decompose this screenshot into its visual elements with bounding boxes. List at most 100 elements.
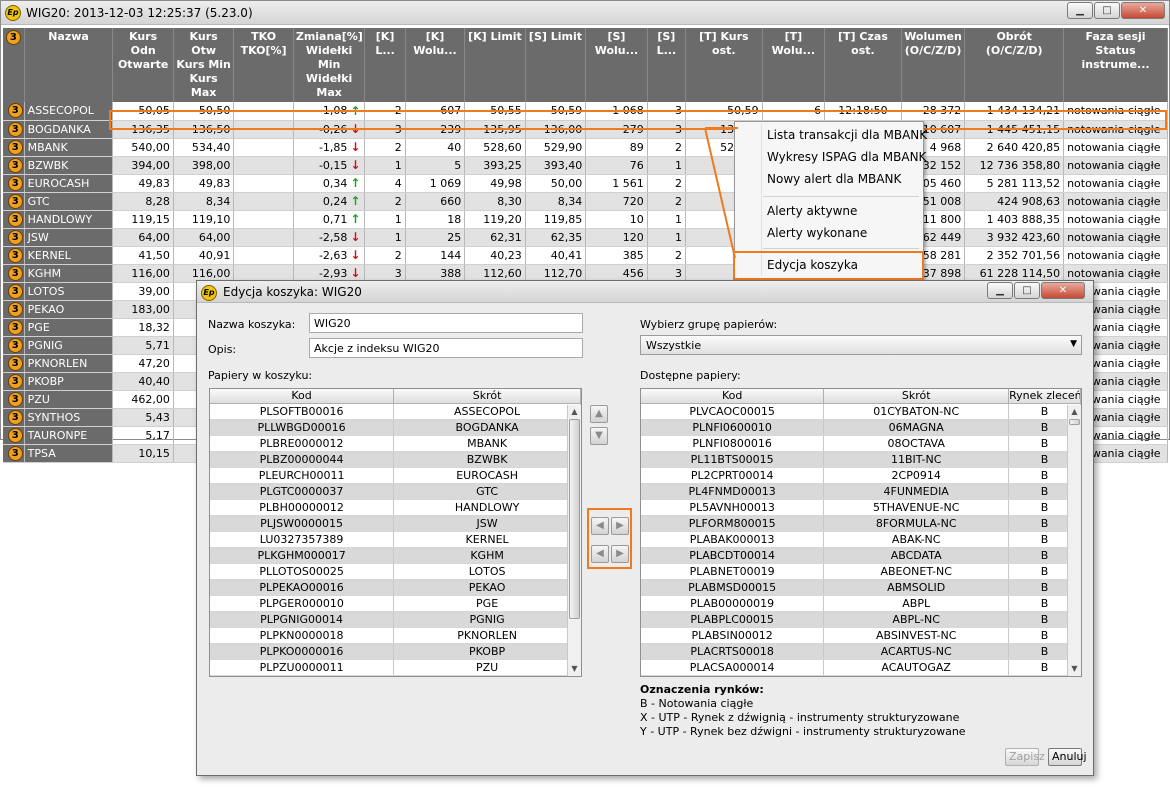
- scroll-down-icon[interactable]: ▼: [1068, 662, 1081, 676]
- cell-short: 5THAVENUE-NC: [823, 499, 1010, 516]
- list-item[interactable]: PLEURCH00011 EUROCASH: [210, 467, 581, 484]
- cell-short: PZU: [393, 659, 581, 676]
- list-item[interactable]: PL2CPRT00014 2CP0914 B: [641, 467, 1081, 484]
- cell-short: ACARTUS-NC: [823, 643, 1010, 660]
- list-item[interactable]: PL11BTS00015 11BIT-NC B: [641, 451, 1081, 468]
- cell-short: KERNEL: [393, 531, 581, 548]
- basket-papers-list[interactable]: Kod Skrót PLSOFTB00016 ASSECOPOL PLLWBGD00…: [209, 388, 582, 677]
- list-item[interactable]: PLABSIN00012 ABSINVEST-NC B: [641, 627, 1081, 644]
- cell-code: PLBZ00000044: [210, 451, 395, 468]
- group-select-label: Wybierz grupę papierów:: [640, 318, 778, 331]
- cell-code: PLBRE0000012: [210, 435, 395, 452]
- cell-code: PLACSA000014: [641, 659, 825, 676]
- list-item[interactable]: PLACRTS00018 ACARTUS-NC B: [641, 643, 1081, 660]
- transfer-buttons-highlight: [587, 508, 632, 569]
- list-item[interactable]: PLGTC0000037 GTC: [210, 483, 581, 500]
- cell-short: ASSECOPOL: [393, 403, 581, 420]
- list-item[interactable]: PLLOTOS00025 LOTOS: [210, 563, 581, 580]
- list-item[interactable]: PLPGNIG00014 PGNIG: [210, 611, 581, 628]
- cell-code: PLFORM800015: [641, 515, 825, 532]
- cell-short: GTC: [393, 483, 581, 500]
- basket-scrollbar[interactable]: ▲ ▼: [567, 405, 581, 676]
- scroll-up-icon[interactable]: ▲: [568, 405, 581, 419]
- cell-short: ABPL: [823, 595, 1010, 612]
- list-item[interactable]: PLPEKAO00016 PEKAO: [210, 579, 581, 596]
- column-header-skrot[interactable]: Skrót: [393, 389, 581, 404]
- cell-short: 4FUNMEDIA: [823, 483, 1010, 500]
- scroll-down-icon[interactable]: ▼: [568, 662, 581, 676]
- list-item[interactable]: PLPKN0000018 PKNORLEN: [210, 627, 581, 644]
- dialog-close-button[interactable]: ✕: [1041, 282, 1085, 299]
- list-item[interactable]: PLAB00000019 ABPL B: [641, 595, 1081, 612]
- cell-short: 08OCTAVA: [823, 435, 1010, 452]
- edit-basket-dialog: Ep Edycja koszyka: WIG20 ▁ □ ✕ Nazwa kos…: [196, 280, 1094, 776]
- cell-short: 06MAGNA: [823, 419, 1010, 436]
- cell-short: ACAUTOGAZ: [823, 659, 1010, 676]
- column-header-kod[interactable]: Kod: [210, 389, 395, 404]
- cell-short: BOGDANKA: [393, 419, 581, 436]
- column-header-skrot[interactable]: Skrót: [823, 389, 1010, 404]
- available-papers-list[interactable]: Kod Skrót Rynek zleceń PLVCAOC00015 01CYB…: [640, 388, 1082, 677]
- dialog-maximize-button[interactable]: □: [1014, 282, 1040, 299]
- cell-code: PLABMSD00015: [641, 579, 825, 596]
- description-label: Opis:: [208, 343, 237, 356]
- cell-short: ABEONET-NC: [823, 563, 1010, 580]
- cell-code: PLGTC0000037: [210, 483, 395, 500]
- list-item[interactable]: PLBRE0000012 MBANK: [210, 435, 581, 452]
- cell-short: ABAK-NC: [823, 531, 1010, 548]
- move-down-button[interactable]: ▼: [590, 427, 608, 445]
- legend-title: Oznaczenia rynków:: [640, 683, 764, 696]
- list-item[interactable]: PLPZU0000011 PZU: [210, 659, 581, 676]
- cell-code: PLPGER000010: [210, 595, 395, 612]
- cell-short: HANDLOWY: [393, 499, 581, 516]
- list-item[interactable]: PLJSW0000015 JSW: [210, 515, 581, 532]
- list-item[interactable]: PLBH00000012 HANDLOWY: [210, 499, 581, 516]
- save-button[interactable]: Zapisz: [1005, 748, 1045, 766]
- move-up-button[interactable]: ▲: [590, 405, 608, 423]
- cancel-button[interactable]: Anuluj: [1048, 748, 1087, 766]
- cell-short: EUROCASH: [393, 467, 581, 484]
- cell-code: PLKGHM000017: [210, 547, 395, 564]
- column-header-kod[interactable]: Kod: [641, 389, 825, 404]
- scroll-thumb[interactable]: [1069, 419, 1080, 425]
- list-item[interactable]: PLKGHM000017 KGHM: [210, 547, 581, 564]
- list-item[interactable]: PLNFI0800016 08OCTAVA B: [641, 435, 1081, 452]
- list-item[interactable]: PLABCDT00014 ABCDATA B: [641, 547, 1081, 564]
- list-item[interactable]: PLABMSD00015 ABMSOLID B: [641, 579, 1081, 596]
- cell-code: PL5AVNH00013: [641, 499, 825, 516]
- list-item[interactable]: PL5AVNH00013 5THAVENUE-NC B: [641, 499, 1081, 516]
- cell-short: PGE: [393, 595, 581, 612]
- list-item[interactable]: PLABAK000013 ABAK-NC B: [641, 531, 1081, 548]
- cell-short: BZWBK: [393, 451, 581, 468]
- list-item[interactable]: PLABPLC00015 ABPL-NC B: [641, 611, 1081, 628]
- list-item[interactable]: PLABNET00019 ABEONET-NC B: [641, 563, 1081, 580]
- scroll-thumb[interactable]: [569, 419, 580, 619]
- list-item[interactable]: PLVCAOC00015 01CYBATON-NC B: [641, 403, 1081, 420]
- basket-name-input[interactable]: WIG20: [309, 313, 583, 333]
- list-item[interactable]: PLBZ00000044 BZWBK: [210, 451, 581, 468]
- list-item[interactable]: PLACSA000014 ACAUTOGAZ B: [641, 659, 1081, 676]
- list-item[interactable]: PLLWBGD00016 BOGDANKA: [210, 419, 581, 436]
- group-select[interactable]: Wszystkie ▼: [640, 335, 1082, 355]
- cell-short: MBANK: [393, 435, 581, 452]
- available-scrollbar[interactable]: ▲ ▼: [1067, 405, 1081, 676]
- list-item[interactable]: LU0327357389 KERNEL: [210, 531, 581, 548]
- list-item[interactable]: PLPKO0000016 PKOBP: [210, 643, 581, 660]
- dialog-minimize-button[interactable]: ▁: [987, 282, 1013, 299]
- list-item[interactable]: PLSOFTB00016 ASSECOPOL: [210, 403, 581, 420]
- list-item[interactable]: PL4FNMD00013 4FUNMEDIA B: [641, 483, 1081, 500]
- column-header-rynek[interactable]: Rynek zleceń: [1008, 389, 1081, 404]
- cell-short: 01CYBATON-NC: [823, 403, 1010, 420]
- cell-code: PLPKN0000018: [210, 627, 395, 644]
- list-item[interactable]: PLNFI0600010 06MAGNA B: [641, 419, 1081, 436]
- cell-short: ABSINVEST-NC: [823, 627, 1010, 644]
- cell-short: KGHM: [393, 547, 581, 564]
- cell-code: PLABCDT00014: [641, 547, 825, 564]
- dialog-title-bar[interactable]: Ep Edycja koszyka: WIG20 ▁ □ ✕: [197, 281, 1093, 303]
- cell-code: PLPZU0000011: [210, 659, 395, 676]
- cell-code: PLPEKAO00016: [210, 579, 395, 596]
- description-input[interactable]: Akcje z indeksu WIG20: [309, 338, 583, 358]
- list-item[interactable]: PLFORM800015 8FORMULA-NC B: [641, 515, 1081, 532]
- list-item[interactable]: PLPGER000010 PGE: [210, 595, 581, 612]
- scroll-up-icon[interactable]: ▲: [1068, 405, 1081, 419]
